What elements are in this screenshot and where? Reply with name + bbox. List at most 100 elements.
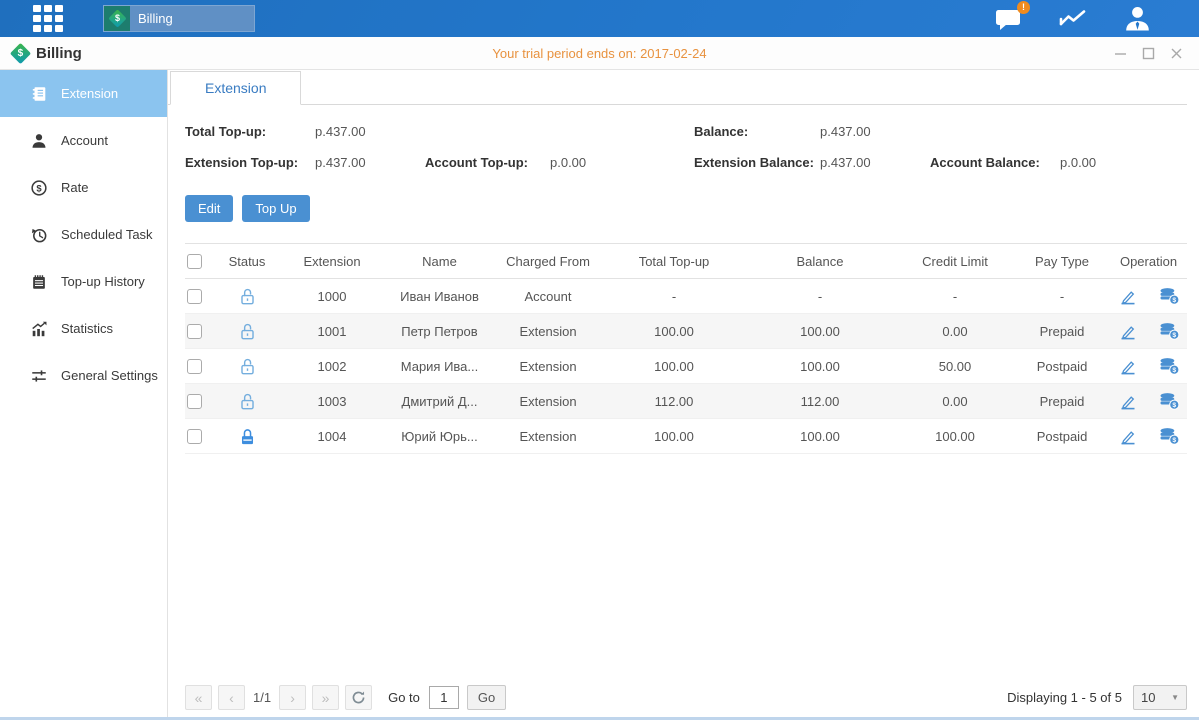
pay-type-cell: Prepaid [1014,394,1110,409]
goto-label: Go to [388,690,420,705]
messages-icon[interactable]: ! [995,7,1022,31]
operation-cell: $ [1110,356,1187,376]
clock-icon [30,226,48,244]
refresh-button[interactable] [345,685,372,710]
top-up-coins-icon[interactable]: $ [1158,286,1180,306]
operation-cell: $ [1110,321,1187,341]
close-icon[interactable] [1170,47,1183,60]
window-title: Billing [13,45,82,62]
charged-from-cell: Extension [492,394,604,409]
goto-page-input[interactable] [429,686,459,709]
edit-pencil-icon[interactable] [1118,321,1138,341]
extensions-table: Status Extension Name Charged From Total… [185,243,1187,454]
edit-pencil-icon[interactable] [1118,391,1138,411]
total-topup-value: p.437.00 [315,124,425,139]
tab-strip: Extension [168,70,1187,105]
credit-limit-cell: - [896,289,1014,304]
trial-notice: Your trial period ends on: 2017-02-24 [0,46,1199,61]
extension-cell: 1001 [277,324,387,339]
edit-button[interactable]: Edit [185,195,233,222]
page-indicator: 1/1 [253,690,271,705]
top-bar: Billing ! [0,0,1199,37]
prev-page-button[interactable]: ‹ [218,685,245,710]
window-title-text: Billing [36,45,82,62]
total-topup-cell: 100.00 [604,324,744,339]
row-checkbox[interactable] [187,429,202,444]
credit-limit-cell: 50.00 [896,359,1014,374]
sidebar-item-general-settings[interactable]: General Settings [0,352,167,399]
sidebar-item-rate[interactable]: $ Rate [0,164,167,211]
name-cell: Иван Иванов [387,289,492,304]
go-button[interactable]: Go [467,685,506,710]
billing-tab-label: Billing [138,11,173,26]
operation-cell: $ [1110,426,1187,446]
next-page-button[interactable]: › [279,685,306,710]
billing-diamond-icon [10,42,31,63]
maximize-icon[interactable] [1142,47,1155,60]
sidebar-item-topup-history[interactable]: Top-up History [0,258,167,305]
sidebar-item-label: Account [61,133,108,148]
row-checkbox[interactable] [187,394,202,409]
svg-text:$: $ [1172,437,1176,444]
page-size-select[interactable]: 10 ▼ [1133,685,1187,710]
sidebar-item-statistics[interactable]: Statistics [0,305,167,352]
table-row: 1004 Юрий Юрь... Extension 100.00 100.00… [185,419,1187,454]
bar-chart-icon [30,320,48,338]
svg-text:$: $ [1172,332,1176,339]
last-page-button[interactable]: » [312,685,339,710]
user-account-icon[interactable] [1124,6,1151,31]
billing-diamond-icon [104,6,130,31]
top-up-coins-icon[interactable]: $ [1158,321,1180,341]
window-header: Billing Your trial period ends on: 2017-… [0,37,1199,70]
select-all-checkbox[interactable] [187,254,202,269]
account-balance-label: Account Balance: [930,155,1060,170]
svg-text:$: $ [1172,402,1176,409]
operation-cell: $ [1110,286,1187,306]
row-checkbox[interactable] [187,289,202,304]
charged-from-cell: Account [492,289,604,304]
top-up-button[interactable]: Top Up [242,195,309,222]
edit-pencil-icon[interactable] [1118,426,1138,446]
notebook-icon [30,273,48,291]
extension-balance-value: p.437.00 [820,155,930,170]
sidebar-item-label: Scheduled Task [61,227,153,242]
sidebar-item-label: General Settings [61,368,158,383]
extension-cell: 1004 [277,429,387,444]
status-lock-icon [217,392,277,411]
charged-from-cell: Extension [492,429,604,444]
minimize-icon[interactable] [1114,47,1127,60]
pay-type-cell: Postpaid [1014,359,1110,374]
tab-extension[interactable]: Extension [170,71,301,105]
top-up-coins-icon[interactable]: $ [1158,356,1180,376]
first-page-button[interactable]: « [185,685,212,710]
sidebar-item-label: Rate [61,180,88,195]
sidebar-item-scheduled-task[interactable]: Scheduled Task [0,211,167,258]
sidebar-item-extension[interactable]: Extension [0,70,167,117]
top-up-coins-icon[interactable]: $ [1158,391,1180,411]
total-topup-label: Total Top-up: [185,124,315,139]
reports-chart-icon[interactable] [1058,7,1088,31]
table-row: 1003 Дмитрий Д... Extension 112.00 112.0… [185,384,1187,419]
top-up-coins-icon[interactable]: $ [1158,426,1180,446]
edit-pencil-icon[interactable] [1118,356,1138,376]
pagination-bar: « ‹ 1/1 › » Go to Go Displaying 1 - 5 of… [168,685,1187,710]
edit-pencil-icon[interactable] [1118,286,1138,306]
col-header-total-topup: Total Top-up [604,254,744,269]
sidebar-item-account[interactable]: Account [0,117,167,164]
total-topup-cell: - [604,289,744,304]
row-checkbox[interactable] [187,324,202,339]
main-content: Extension Total Top-up: p.437.00 Balance… [168,70,1199,717]
dollar-circle-icon: $ [30,179,48,197]
extension-topup-value: p.437.00 [315,155,425,170]
table-header: Status Extension Name Charged From Total… [185,243,1187,279]
table-row: 1000 Иван Иванов Account - - - - $ [185,279,1187,314]
status-lock-icon [217,322,277,341]
credit-limit-cell: 0.00 [896,324,1014,339]
name-cell: Дмитрий Д... [387,394,492,409]
billing-app-tab[interactable]: Billing [103,5,255,32]
app-launcher-icon[interactable] [33,5,63,32]
journal-icon [30,85,48,103]
balance-cell: 100.00 [744,324,896,339]
account-topup-value: p.0.00 [550,155,694,170]
row-checkbox[interactable] [187,359,202,374]
